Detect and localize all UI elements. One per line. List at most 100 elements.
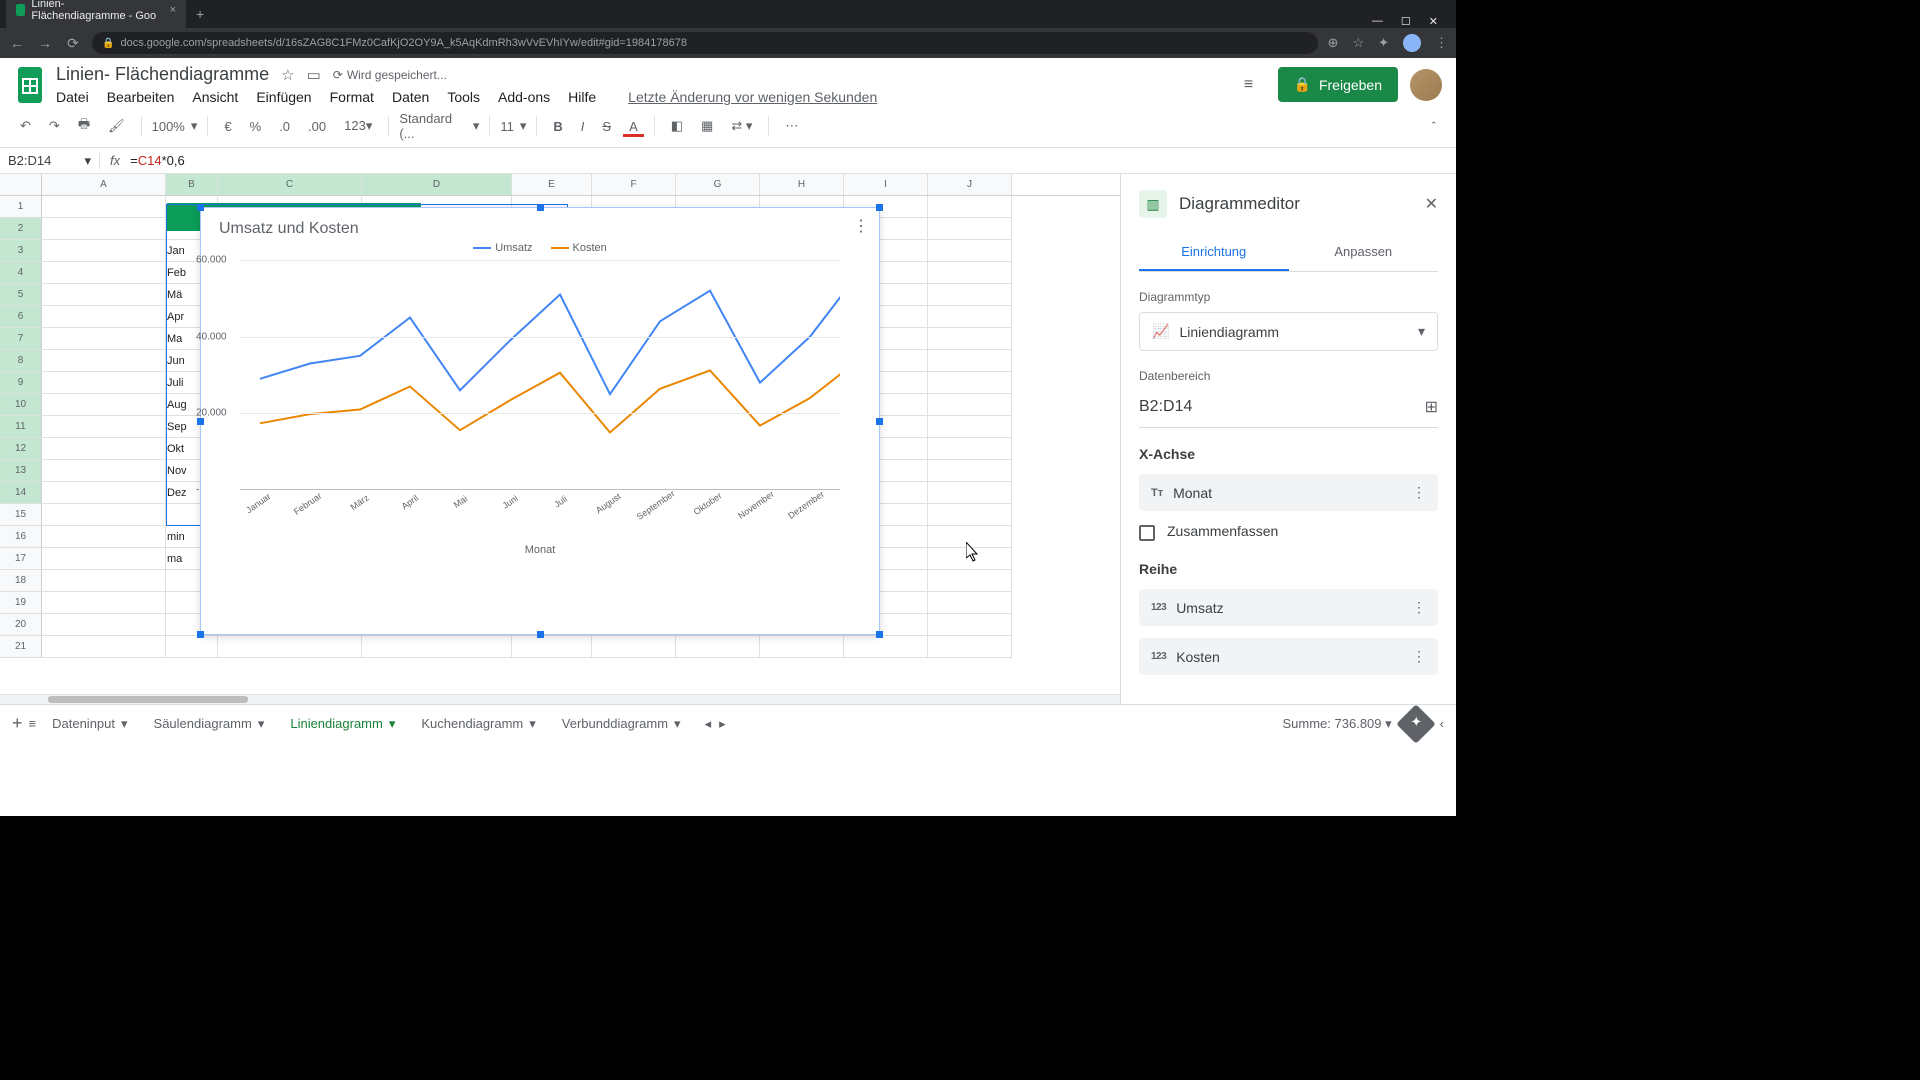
last-edit-link[interactable]: Letzte Änderung vor wenigen Sekunden [628,89,877,105]
increase-decimal-button[interactable]: .00 [302,115,332,138]
series-field-kosten[interactable]: 123 Kosten ⋮ [1139,638,1438,675]
row-header[interactable]: 8 [0,350,42,372]
sheet-tab-verbund[interactable]: Verbunddiagramm▾ [552,708,691,740]
tab-customize[interactable]: Anpassen [1289,238,1439,271]
chevron-down-icon[interactable]: ▾ [121,716,128,732]
redo-button[interactable]: ↷ [43,114,66,138]
doc-title[interactable]: Linien- Flächendiagramme [56,64,269,85]
cell[interactable] [844,636,928,658]
bold-button[interactable]: B [547,115,568,138]
menu-help[interactable]: Hilfe [568,89,596,105]
row-header[interactable]: 2 [0,218,42,240]
fill-color-button[interactable]: ◧ [665,114,689,138]
menu-addons[interactable]: Add-ons [498,89,550,105]
close-tab-icon[interactable]: × [170,4,176,16]
chart-menu-button[interactable]: ⋮ [853,216,869,236]
cell[interactable] [42,284,166,306]
cell[interactable] [42,570,166,592]
field-menu-button[interactable]: ⋮ [1412,599,1426,616]
row-header[interactable]: 4 [0,262,42,284]
browser-menu-icon[interactable]: ⋮ [1435,35,1448,51]
url-input[interactable]: 🔒 docs.google.com/spreadsheets/d/16sZAG8… [92,32,1318,54]
decrease-decimal-button[interactable]: .0 [273,115,296,138]
sheet-tab-linien[interactable]: Liniendiagramm▾ [280,708,405,740]
column-header[interactable]: C [218,174,362,195]
cell[interactable] [42,614,166,636]
cell[interactable] [362,636,512,658]
maximize-window-icon[interactable]: ☐ [1401,15,1411,28]
cell[interactable] [42,350,166,372]
menu-edit[interactable]: Bearbeiten [107,89,175,105]
menu-tools[interactable]: Tools [447,89,480,105]
column-header[interactable]: B [166,174,218,195]
reload-button[interactable]: ⟳ [64,35,82,52]
forward-button[interactable]: → [36,35,54,51]
more-toolbar-button[interactable]: ⋯ [779,114,804,138]
cell[interactable] [42,416,166,438]
tab-setup[interactable]: Einrichtung [1139,238,1289,271]
cell[interactable] [592,636,676,658]
cell[interactable] [42,306,166,328]
cell[interactable] [928,526,1012,548]
resize-handle[interactable] [876,204,883,211]
cell[interactable] [42,460,166,482]
cell[interactable] [928,548,1012,570]
cell[interactable] [928,438,1012,460]
data-range-value[interactable]: B2:D14 [1139,398,1192,416]
field-menu-button[interactable]: ⋮ [1412,484,1426,501]
cell[interactable] [42,636,166,658]
row-header[interactable]: 5 [0,284,42,306]
move-icon[interactable]: ▭ [307,66,321,84]
scrollbar-thumb[interactable] [48,696,248,703]
cell[interactable] [928,306,1012,328]
star-icon[interactable]: ☆ [281,66,294,84]
cell[interactable] [928,262,1012,284]
resize-handle[interactable] [876,418,883,425]
menu-format[interactable]: Format [330,89,374,105]
row-header[interactable]: 9 [0,372,42,394]
share-button[interactable]: 🔒 Freigeben [1278,67,1398,102]
explore-button[interactable] [1396,704,1436,744]
chevron-down-icon[interactable]: ▾ [674,716,681,732]
resize-handle[interactable] [537,204,544,211]
cell[interactable] [928,196,1012,218]
column-header[interactable]: F [592,174,676,195]
row-header[interactable]: 20 [0,614,42,636]
resize-handle[interactable] [197,204,204,211]
column-header[interactable]: H [760,174,844,195]
row-header[interactable]: 18 [0,570,42,592]
cell[interactable] [42,482,166,504]
cell[interactable] [42,372,166,394]
resize-handle[interactable] [197,418,204,425]
font-select[interactable]: Standard (... ▾ [399,111,479,141]
column-header[interactable]: I [844,174,928,195]
collapse-toolbar-button[interactable]: ˆ [1426,115,1442,138]
borders-button[interactable]: ▦ [695,114,719,138]
row-header[interactable]: 21 [0,636,42,658]
row-header[interactable]: 10 [0,394,42,416]
zoom-icon[interactable]: ⊕ [1328,35,1339,51]
zoom-select[interactable]: 100% ▾ [152,118,198,134]
tab-scroll-right[interactable]: ▸ [719,716,726,732]
cell[interactable] [42,504,166,526]
chevron-down-icon[interactable]: ▾ [529,716,536,732]
cell[interactable] [42,592,166,614]
paint-format-button[interactable]: 🖌 [102,114,131,138]
name-box[interactable]: B2:D14 ▾ [0,153,100,169]
cell[interactable] [928,284,1012,306]
cell[interactable] [928,592,1012,614]
font-size-select[interactable]: 11 ▾ [500,118,526,134]
cell[interactable] [928,218,1012,240]
browser-tab[interactable]: Linien- Flächendiagramme - Goo × [6,0,186,28]
xaxis-field[interactable]: Tᴛ Monat ⋮ [1139,474,1438,511]
cell[interactable] [760,636,844,658]
row-header[interactable]: 12 [0,438,42,460]
chevron-down-icon[interactable]: ▾ [389,716,396,732]
cell[interactable] [928,636,1012,658]
close-sidebar-button[interactable]: ✕ [1425,194,1438,214]
column-header[interactable]: A [42,174,166,195]
menu-file[interactable]: Datei [56,89,89,105]
resize-handle[interactable] [876,631,883,638]
italic-button[interactable]: I [575,115,591,138]
column-header[interactable]: J [928,174,1012,195]
